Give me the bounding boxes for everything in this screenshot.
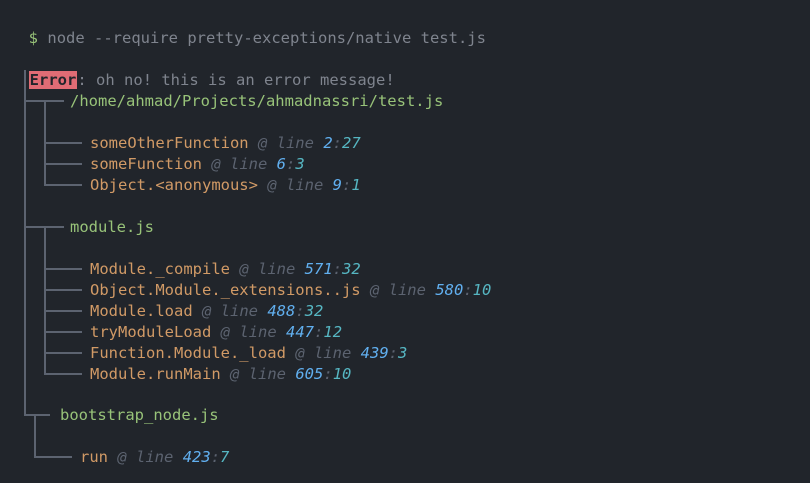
tree-branch [34, 414, 36, 457]
frame-at-label: @ line [230, 365, 286, 383]
frame-at-label: @ line [220, 323, 277, 341]
frame-at-label: @ line [211, 155, 268, 173]
frame-line: 2 [323, 134, 333, 152]
stack-file: bootstrap_node.js [60, 406, 219, 424]
frame-column: 1 [351, 176, 361, 194]
frame-line: 423 [182, 448, 211, 466]
error-line: Error: oh no! this is an error message! [10, 49, 395, 91]
frame-line: 580 [435, 281, 464, 299]
frame-function: run [80, 448, 108, 466]
frame-function: someFunction [90, 155, 202, 173]
frame-function: tryModuleLoad [90, 323, 212, 341]
frame-line: 605 [295, 365, 324, 383]
tree-branch [44, 184, 82, 186]
stack-frame: run @ line 423:7 [80, 448, 230, 466]
frame-column: 32 [304, 302, 324, 320]
tree-branch [44, 373, 82, 375]
frame-function: Module._compile [90, 260, 230, 278]
frame-at-label: @ line [295, 344, 352, 362]
frame-column: 10 [472, 281, 492, 299]
command-text: node --require pretty-exceptions/native … [47, 29, 486, 47]
error-separator: : [77, 71, 87, 89]
frame-line: 488 [267, 302, 296, 320]
frame-function: Module.load [90, 302, 193, 320]
stack-frame: Object.Module._extensions..js @ line 580… [90, 281, 492, 299]
frame-line: 9 [332, 176, 343, 194]
frame-function: Object.Module._extensions..js [90, 281, 361, 299]
stack-file: /home/ahmad/Projects/ahmadnassri/test.js [70, 92, 444, 110]
frame-at-label: @ line [257, 134, 314, 152]
tree-branch [44, 289, 82, 291]
frame-at-label: @ line [202, 302, 258, 320]
frame-column: 12 [323, 323, 343, 341]
tree-branch [44, 268, 82, 270]
stack-frame: Module._compile @ line 571:32 [90, 260, 361, 278]
error-message: oh no! this is an error message! [96, 71, 395, 89]
frame-column: 27 [342, 134, 361, 152]
stack-frame: Module.runMain @ line 605:10 [90, 365, 352, 383]
tree-branch [44, 310, 82, 312]
frame-function: someOtherFunction [90, 134, 249, 152]
stack-frame: Module.load @ line 488:32 [90, 302, 324, 320]
tree-trunk [24, 70, 26, 415]
tree-branch [24, 414, 50, 416]
tree-branch [44, 352, 82, 354]
stack-frame: Function.Module._load @ line 439:3 [90, 344, 408, 362]
frame-column: 10 [332, 365, 352, 383]
frame-function: Function.Module._load [90, 344, 286, 362]
frame-line: 447 [286, 323, 315, 341]
frame-line: 439 [360, 344, 389, 362]
tree-branch [44, 163, 82, 165]
frame-column: 32 [342, 260, 361, 278]
tree-branch [44, 142, 82, 144]
error-badge: Error [28, 71, 78, 89]
frame-column: 3 [295, 155, 305, 173]
stack-frame: Object.<anonymous> @ line 9:1 [90, 176, 361, 194]
frame-column: 7 [220, 448, 230, 466]
prompt-symbol: $ [28, 29, 39, 47]
stack-file: module.js [70, 218, 154, 236]
frame-column: 3 [398, 344, 408, 362]
tree-branch [44, 331, 82, 333]
stack-frame: tryModuleLoad @ line 447:12 [90, 323, 343, 341]
frame-at-label: @ line [369, 281, 426, 299]
frame-line: 571 [304, 260, 333, 278]
frame-function: Object.<anonymous> [90, 176, 258, 194]
frame-at-label: @ line [267, 176, 324, 194]
stack-frame: someFunction @ line 6:3 [90, 155, 305, 173]
frame-at-label: @ line [239, 260, 296, 278]
frame-at-label: @ line [117, 448, 174, 466]
frame-function: Module.runMain [90, 365, 221, 383]
frame-line: 6 [276, 155, 287, 173]
tree-branch [34, 456, 72, 458]
command-line: $ node --require pretty-exceptions/nativ… [10, 7, 486, 49]
stack-frame: someOtherFunction @ line 2:27 [90, 134, 361, 152]
